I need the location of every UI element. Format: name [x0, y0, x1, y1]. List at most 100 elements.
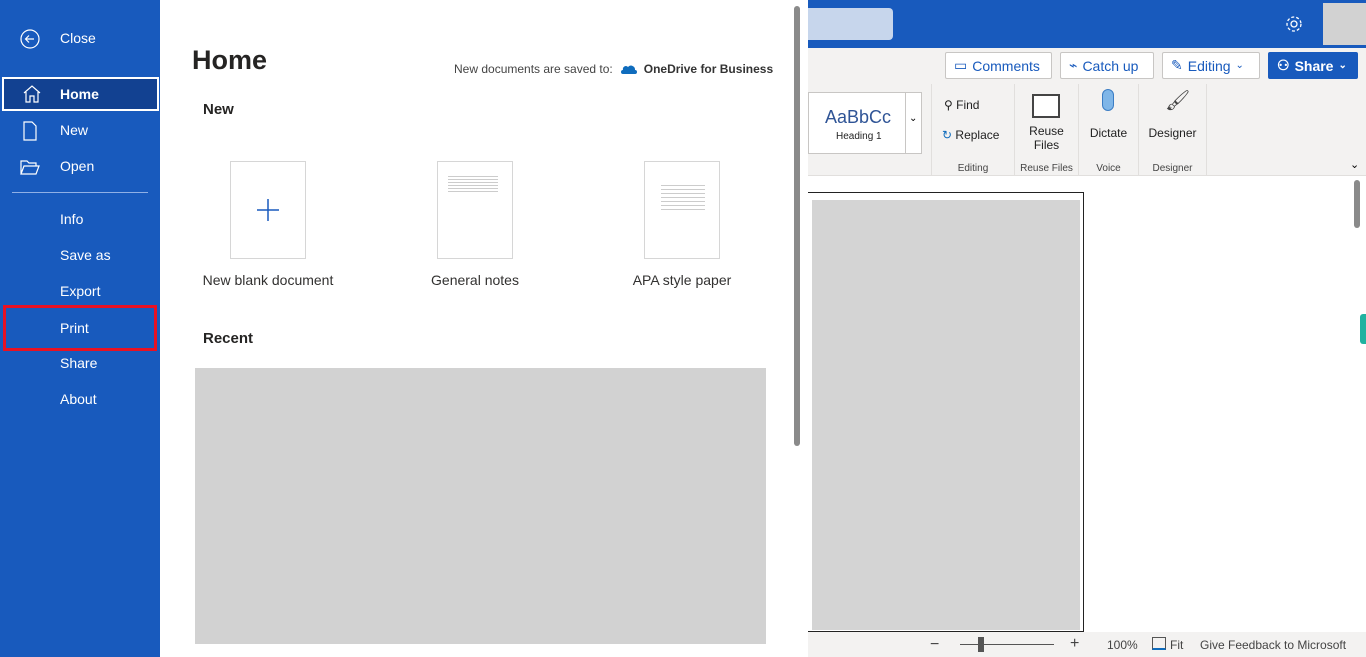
sidebar-item-about[interactable]: About [0, 382, 160, 416]
reuse-files-button[interactable]: Reuse Files [1015, 124, 1078, 152]
pencil-icon: ✎ [1171, 57, 1183, 73]
gear-icon[interactable] [1285, 15, 1303, 33]
document-icon [23, 121, 37, 141]
sidebar-item-export[interactable]: Export [0, 274, 160, 308]
avatar[interactable] [1323, 3, 1366, 45]
share-button[interactable]: ⚇ Share ⌄ [1268, 52, 1358, 79]
feedback-link[interactable]: Give Feedback to Microsoft [1200, 638, 1346, 652]
designer-group: 🖌 Designer Designer [1139, 84, 1207, 176]
home-icon [23, 85, 41, 103]
document-content-placeholder [812, 200, 1080, 630]
sidebar-item-home[interactable]: Home [2, 77, 159, 111]
folder-open-icon [20, 160, 40, 175]
plus-icon [257, 199, 279, 221]
onedrive-icon [620, 65, 637, 74]
chevron-down-icon: ⌄ [1235, 60, 1244, 71]
people-icon: ⚇ [1277, 57, 1290, 73]
editing-mode-button[interactable]: ✎ Editing ⌄ [1162, 52, 1260, 79]
replace-icon: ↻ [942, 128, 953, 142]
ribbon-collapse-icon[interactable]: ⌄ [1350, 158, 1359, 171]
sidebar-item-new[interactable]: New [0, 113, 160, 147]
reuse-files-group: Reuse Files Reuse Files [1015, 84, 1079, 176]
recent-list-placeholder [195, 368, 766, 644]
group-label: Voice [1096, 163, 1121, 174]
template-label[interactable]: New blank document [168, 272, 368, 288]
comments-label: Comments [972, 57, 1040, 74]
template-blank[interactable] [230, 161, 306, 259]
catch-up-label: Catch up [1082, 57, 1139, 74]
thumbnail-text [448, 174, 498, 194]
find-label: Find [956, 98, 980, 112]
reuse-files-icon [1032, 94, 1060, 118]
style-preview: AaBbCc [825, 107, 892, 127]
recent-heading: Recent [203, 330, 254, 347]
search-icon: ⚲ [944, 98, 953, 112]
close-button[interactable]: Close [0, 21, 160, 55]
comment-icon: ▭ [954, 57, 968, 73]
template-apa[interactable] [644, 161, 720, 259]
save-location[interactable]: OneDrive for Business [644, 62, 773, 76]
sidebar-item-label: Export [60, 283, 101, 299]
sidebar-item-label: About [60, 391, 97, 407]
chevron-down-icon: ⌄ [1338, 60, 1347, 71]
status-bar: − + 100% Fit Give Feedback to Microsoft [808, 632, 1366, 657]
sidebar-item-label: Share [60, 355, 98, 371]
designer-button[interactable]: Designer [1139, 126, 1206, 140]
voice-group: Dictate Voice [1079, 84, 1139, 176]
sidebar-divider [12, 192, 148, 193]
sidebar-item-label: New [60, 122, 89, 138]
template-general-notes[interactable] [437, 161, 513, 259]
editing-label: Editing [1187, 57, 1231, 74]
pulse-icon: ⌁ [1069, 57, 1078, 73]
search-box[interactable] [808, 8, 893, 40]
save-note-text: New documents are saved to: [454, 62, 613, 76]
sidebar-item-label: Home [60, 86, 99, 102]
group-label: Editing [957, 163, 989, 174]
scrollbar[interactable] [794, 6, 800, 446]
thumbnail-text [661, 182, 705, 212]
document-page[interactable] [808, 192, 1084, 632]
zoom-level[interactable]: 100% [1107, 638, 1138, 652]
sidebar-item-save-as[interactable]: Save as [0, 238, 160, 272]
sidebar-item-open[interactable]: Open [0, 149, 160, 183]
zoom-slider[interactable] [960, 644, 1054, 645]
group-label: Designer [1152, 163, 1193, 174]
styles-group-end [924, 84, 932, 176]
replace-button[interactable]: ↻ Replace [942, 128, 999, 142]
catch-up-button[interactable]: ⌁ Catch up [1060, 52, 1154, 79]
comments-button[interactable]: ▭ Comments [945, 52, 1052, 79]
group-label: Reuse Files [1020, 163, 1073, 174]
find-button[interactable]: ⚲ Find [944, 98, 979, 112]
sidebar-item-label: Save as [60, 247, 111, 263]
style-name: Heading 1 [836, 131, 882, 142]
title-bar [808, 0, 1366, 48]
zoom-slider-thumb[interactable] [978, 637, 984, 652]
zoom-out-button[interactable]: − [930, 636, 939, 654]
new-heading: New [203, 101, 234, 118]
fit-button[interactable]: Fit [1170, 638, 1183, 652]
editing-group: ⚲ Find ↻ Replace Editing [932, 84, 1015, 176]
sidebar-item-label: Open [60, 158, 95, 174]
zoom-in-button[interactable]: + [1070, 635, 1079, 653]
side-panel-tab[interactable] [1360, 314, 1366, 344]
sidebar-item-info[interactable]: Info [0, 202, 160, 236]
back-arrow-icon [20, 29, 40, 49]
sidebar-item-print[interactable]: Print [3, 305, 157, 351]
home-panel: Home New documents are saved to: OneDriv… [160, 0, 808, 657]
close-label: Close [60, 30, 96, 46]
sidebar-item-label: Print [60, 320, 89, 336]
template-label[interactable]: General notes [375, 272, 575, 288]
dictate-button[interactable]: Dictate [1079, 126, 1138, 140]
gallery-expand-icon[interactable]: ⌄ [909, 113, 917, 124]
document-scrollbar[interactable] [1354, 180, 1360, 228]
designer-brush-icon: 🖌 [1165, 90, 1191, 112]
template-label[interactable]: APA style paper [582, 272, 782, 288]
backstage-sidebar: Close Home New Open Info Save as Export … [0, 0, 160, 657]
microphone-icon [1102, 89, 1114, 111]
replace-label: Replace [955, 128, 1000, 142]
page-title: Home [192, 45, 268, 75]
gallery-divider [905, 93, 906, 153]
fit-icon [1152, 637, 1166, 650]
styles-gallery[interactable]: AaBbCc Heading 1 ⌄ [808, 92, 922, 154]
sidebar-item-share[interactable]: Share [0, 346, 160, 380]
